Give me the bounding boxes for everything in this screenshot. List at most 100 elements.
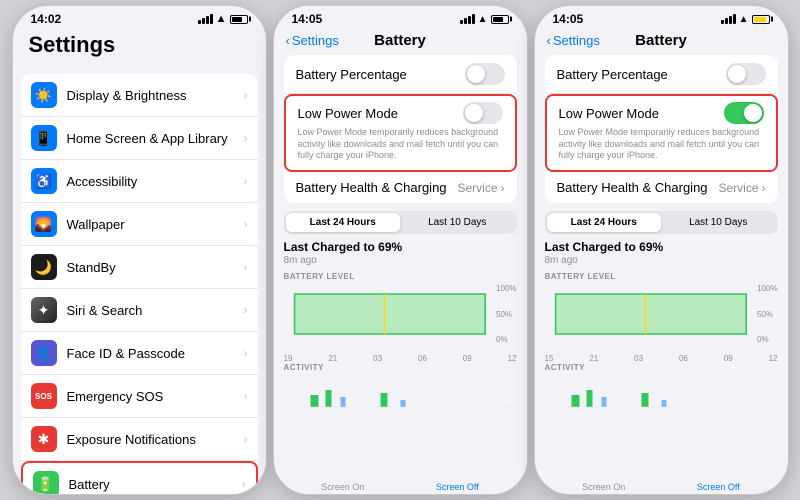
low-power-label-3: Low Power Mode xyxy=(559,106,659,121)
charged-sub-2: 8m ago xyxy=(284,255,517,266)
low-power-thumb-2 xyxy=(465,104,483,122)
low-power-row-3: Low Power Mode Low Power Mode temporaril… xyxy=(545,94,778,172)
battery-chevron: › xyxy=(242,477,246,491)
battery-percentage-toggle-2[interactable] xyxy=(465,63,505,85)
settings-item-standby[interactable]: 🌙 StandBy › xyxy=(21,246,258,289)
battery-chart-3: 100% 50% 0% xyxy=(545,284,778,344)
low-power-desc-2: Low Power Mode temporarily reduces backg… xyxy=(298,127,503,162)
sos-chevron: › xyxy=(244,389,248,403)
settings-item-faceid[interactable]: 👤 Face ID & Passcode › xyxy=(21,332,258,375)
tabs-row-2: Last 24 Hours Last 10 Days xyxy=(284,211,517,234)
screen-on-label-2: Screen On xyxy=(321,482,364,492)
status-bar-1: 14:02 ▲ xyxy=(13,6,266,28)
status-icons-1: ▲ xyxy=(198,13,248,25)
tab-24h-3[interactable]: Last 24 Hours xyxy=(547,213,662,232)
low-power-row-2: Low Power Mode Low Power Mode temporaril… xyxy=(284,94,517,172)
chart-y-labels-3: 100% 50% 0% xyxy=(757,284,777,344)
settings-item-siri[interactable]: ✦ Siri & Search › xyxy=(21,289,258,332)
signal-icon-2 xyxy=(460,14,475,24)
health-right-3: Service › xyxy=(718,181,765,195)
settings-item-exposure[interactable]: ✱ Exposure Notifications › xyxy=(21,418,258,461)
signal-bar-1 xyxy=(198,20,201,24)
battery-icon-3 xyxy=(752,15,770,24)
nav-bar-2: ‹ Settings Battery xyxy=(274,28,527,55)
low-power-toggle-3[interactable] xyxy=(724,102,764,124)
health-chevron-2: › xyxy=(501,181,505,195)
battery-percentage-label-3: Battery Percentage xyxy=(557,67,668,82)
tab-10d-2[interactable]: Last 10 Days xyxy=(400,213,515,232)
wallpaper-label: Wallpaper xyxy=(67,217,244,232)
nav-back-label-3: Settings xyxy=(553,33,600,48)
wallpaper-icon: 🌄 xyxy=(31,211,57,237)
battery-fill-1 xyxy=(232,17,243,22)
nav-back-2[interactable]: ‹ Settings xyxy=(286,33,339,48)
display-label: Display & Brightness xyxy=(67,88,244,103)
health-row-3[interactable]: Battery Health & Charging Service › xyxy=(545,172,778,203)
settings-item-homescreen[interactable]: 📱 Home Screen & App Library › xyxy=(21,117,258,160)
battery-percentage-thumb-3 xyxy=(728,65,746,83)
tabs-row-3: Last 24 Hours Last 10 Days xyxy=(545,211,778,234)
activity-label-3: ACTIVITY xyxy=(545,363,778,372)
battery-icon-2 xyxy=(491,15,509,24)
low-power-top-3: Low Power Mode xyxy=(559,102,764,124)
battery-label: Battery xyxy=(69,477,242,492)
health-right-2: Service › xyxy=(457,181,504,195)
low-power-label-2: Low Power Mode xyxy=(298,106,398,121)
health-row-2[interactable]: Battery Health & Charging Service › xyxy=(284,172,517,203)
settings-item-wallpaper[interactable]: 🌄 Wallpaper › xyxy=(21,203,258,246)
chart-y-labels-2: 100% 50% 0% xyxy=(496,284,516,344)
service-label-2: Service xyxy=(457,181,497,195)
phone-battery-off: 14:05 ▲ ‹ Settings Battery xyxy=(273,5,528,495)
signal-bar-2 xyxy=(202,18,205,24)
phone-battery-on: 14:05 ▲ ‹ Settings Battery xyxy=(534,5,789,495)
nav-back-3[interactable]: ‹ Settings xyxy=(547,33,600,48)
activity-svg-3 xyxy=(545,375,778,410)
wallpaper-chevron: › xyxy=(244,217,248,231)
battery-fill-2 xyxy=(493,17,504,22)
settings-item-accessibility[interactable]: ♿ Accessibility › xyxy=(21,160,258,203)
settings-item-display[interactable]: ☀️ Display & Brightness › xyxy=(21,74,258,117)
battery-percentage-toggle-3[interactable] xyxy=(726,63,766,85)
battery-percentage-label-2: Battery Percentage xyxy=(296,67,407,82)
display-chevron: › xyxy=(244,88,248,102)
settings-title: Settings xyxy=(13,28,266,66)
health-label-2: Battery Health & Charging xyxy=(296,180,447,195)
standby-chevron: › xyxy=(244,260,248,274)
signal-icon xyxy=(198,14,213,24)
sos-label: Emergency SOS xyxy=(67,389,244,404)
accessibility-chevron: › xyxy=(244,174,248,188)
wifi-icon-3: ▲ xyxy=(739,14,749,25)
accessibility-label: Accessibility xyxy=(67,174,244,189)
activity-chart-2 xyxy=(284,375,517,410)
chart-x-labels-3: 15 21 03 06 09 12 xyxy=(545,354,778,363)
standby-label: StandBy xyxy=(67,260,244,275)
settings-list: ☀️ Display & Brightness › 📱 Home Screen … xyxy=(13,66,266,494)
battery-fill-3 xyxy=(754,17,767,22)
screen-bottom-2: Screen On Screen Off xyxy=(274,478,527,494)
faceid-label: Face ID & Passcode xyxy=(67,346,244,361)
health-chevron-3: › xyxy=(762,181,766,195)
time-1: 14:02 xyxy=(31,12,62,26)
siri-chevron: › xyxy=(244,303,248,317)
homescreen-icon: 📱 xyxy=(31,125,57,151)
battery-chart-2: 100% 50% 0% xyxy=(284,284,517,344)
settings-item-battery[interactable]: 🔋 Battery › xyxy=(21,461,258,494)
low-power-thumb-3 xyxy=(744,104,762,122)
exposure-chevron: › xyxy=(244,432,248,446)
faceid-icon: 👤 xyxy=(31,340,57,366)
accessibility-icon: ♿ xyxy=(31,168,57,194)
screen-on-label-3: Screen On xyxy=(582,482,625,492)
wifi-icon-2: ▲ xyxy=(478,14,488,25)
status-icons-3: ▲ xyxy=(721,14,770,25)
tab-10d-3[interactable]: Last 10 Days xyxy=(661,213,776,232)
homescreen-chevron: › xyxy=(244,131,248,145)
screen-off-label-2: Screen Off xyxy=(436,482,479,492)
battery-level-label-2: BATTERY LEVEL xyxy=(284,272,517,281)
nav-bar-3: ‹ Settings Battery xyxy=(535,28,788,55)
tab-24h-2[interactable]: Last 24 Hours xyxy=(286,213,401,232)
settings-item-sos[interactable]: SOS Emergency SOS › xyxy=(21,375,258,418)
nav-back-label-2: Settings xyxy=(292,33,339,48)
low-power-toggle-2[interactable] xyxy=(463,102,503,124)
low-power-top-2: Low Power Mode xyxy=(298,102,503,124)
battery-section-top-3: Battery Percentage Low Power Mode Low Po… xyxy=(545,55,778,203)
